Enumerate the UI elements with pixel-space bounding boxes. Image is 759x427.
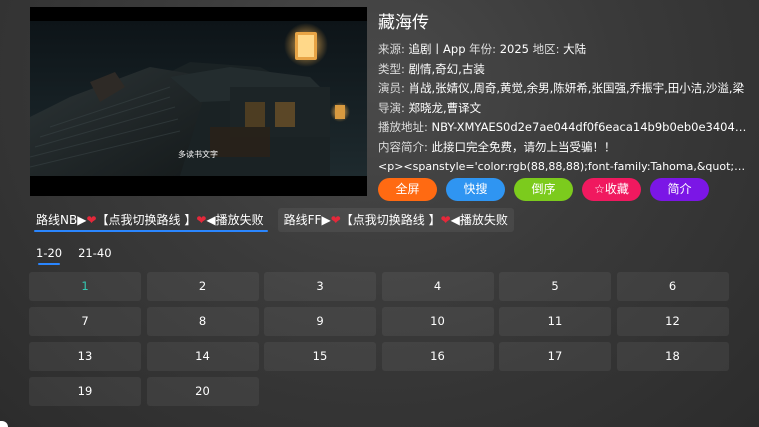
type-label: 类型: [378, 61, 405, 76]
route-name: 路线NB [36, 213, 78, 227]
episode-button[interactable]: 4 [381, 272, 494, 301]
intro-value: 此接口完全免费，请勿上当受骗！！ [431, 139, 616, 154]
episode-button[interactable]: 17 [499, 342, 611, 371]
intro-label: 内容简介: [378, 139, 428, 154]
intro-button[interactable]: 简介 [650, 178, 709, 201]
area-label: 地区: [532, 42, 560, 56]
intro-row: 内容简介: 此接口完全免费，请勿上当受骗！！ [378, 138, 750, 158]
source-value: 追剧丨App [408, 42, 466, 56]
favorite-button[interactable]: ☆收藏 [582, 178, 641, 201]
episode-button[interactable]: 18 [616, 342, 729, 371]
director-value: 郑晓龙,曹译文 [408, 100, 482, 115]
video-frame-image: 多读书文字 [30, 7, 367, 196]
episode-button[interactable]: 16 [381, 342, 494, 371]
reverse-order-button[interactable]: 倒序 [514, 178, 573, 201]
year-value: 2025 [499, 42, 529, 56]
episode-button[interactable]: 13 [29, 342, 141, 371]
actors-value: 肖战,张婧仪,周奇,黄觉,余男,陈妍希,张国强,乔振宇,田小洁,沙溢,梁 [408, 81, 745, 95]
episode-button[interactable]: 11 [499, 307, 611, 336]
director-label: 导演: [378, 100, 405, 115]
actors-label: 演员: [378, 81, 405, 95]
episode-button[interactable]: 9 [264, 307, 376, 336]
episode-button[interactable]: 20 [146, 377, 259, 406]
episode-button[interactable]: 12 [616, 307, 729, 336]
episode-button[interactable]: 6 [616, 272, 729, 301]
reverse-arrow-icon: ◀ [206, 213, 216, 227]
page-title: 藏海传 [378, 13, 429, 33]
area-value: 大陆 [563, 42, 587, 56]
heart-icon: ❤ [86, 213, 97, 227]
heart-icon: ❤ [330, 213, 341, 227]
page-tab-21-40[interactable]: 21-40 [78, 244, 111, 262]
video-player[interactable]: 多读书文字 [30, 7, 367, 196]
episode-button[interactable]: 7 [29, 307, 141, 336]
route-tab-ff[interactable]: 路线FF▶❤【点我切换路线 】❤◀播放失败 [277, 208, 514, 232]
detail-panel: 藏海传 来源: 追剧丨App 年份: 2025 地区: 大陆 类型: 剧情,奇幻… [378, 12, 750, 177]
page-tab-1-20[interactable]: 1-20 [36, 244, 62, 265]
route-tab-nb[interactable]: 路线NB▶❤【点我切换路线 】❤◀播放失败 [30, 208, 270, 232]
episode-button[interactable]: 3 [264, 272, 376, 301]
director-row: 导演: 郑晓龙,曹译文 [378, 99, 750, 119]
episode-button[interactable]: 2 [146, 272, 259, 301]
play-url-row: 播放地址: NBY-XMYAES0d2e7ae044df0f6eaca14b9b… [378, 118, 750, 138]
route-name: 路线FF [283, 213, 322, 227]
fullscreen-button[interactable]: 全屏 [378, 178, 437, 201]
heart-icon: ❤ [196, 213, 207, 227]
play-url-value: NBY-XMYAES0d2e7ae044df0f6eaca14b9b0eb0e3… [431, 120, 750, 134]
play-arrow-icon: ▶ [321, 213, 331, 227]
route-status: 播放失败 [215, 213, 264, 227]
route-tabs: 路线NB▶❤【点我切换路线 】❤◀播放失败 路线FF▶❤【点我切换路线 】❤◀播… [30, 208, 514, 232]
episode-page-tabs: 1-20 21-40 [36, 244, 112, 265]
episode-button[interactable]: 19 [29, 377, 141, 406]
heart-icon: ❤ [440, 213, 451, 227]
intro-raw-html: <p><spanstyle='color:rgb(88,88,88);font-… [378, 160, 750, 173]
episode-button[interactable]: 14 [146, 342, 259, 371]
play-url-label: 播放地址: [378, 120, 428, 134]
corner-marker [0, 421, 8, 427]
route-status: 播放失败 [459, 213, 508, 227]
meta-row: 来源: 追剧丨App 年份: 2025 地区: 大陆 [378, 40, 750, 60]
episode-button[interactable]: 10 [381, 307, 494, 336]
reverse-arrow-icon: ◀ [450, 213, 460, 227]
episode-button[interactable]: 5 [499, 272, 611, 301]
route-switch-hint: 【点我切换路线 】 [96, 213, 197, 227]
year-label: 年份: [469, 42, 497, 56]
action-buttons: 全屏 快搜 倒序 ☆收藏 简介 [378, 178, 709, 201]
quick-search-button[interactable]: 快搜 [446, 178, 505, 201]
genre-row: 类型: 剧情,奇幻,古装 [378, 60, 750, 80]
route-switch-hint: 【点我切换路线 】 [340, 213, 441, 227]
episode-button[interactable]: 8 [146, 307, 259, 336]
episode-grid: 1 2 3 4 5 6 7 8 9 10 11 12 13 14 15 16 17 18 19 20 [29, 272, 729, 406]
episode-button[interactable]: 15 [264, 342, 376, 371]
actors-row: 演员: 肖战,张婧仪,周奇,黄觉,余男,陈妍希,张国强,乔振宇,田小洁,沙溢,梁 [378, 79, 750, 99]
type-value: 剧情,奇幻,古装 [408, 61, 485, 76]
episode-button[interactable]: 1 [29, 272, 141, 301]
source-label: 来源: [378, 42, 405, 56]
video-subtitle: 多读书文字 [178, 149, 218, 159]
